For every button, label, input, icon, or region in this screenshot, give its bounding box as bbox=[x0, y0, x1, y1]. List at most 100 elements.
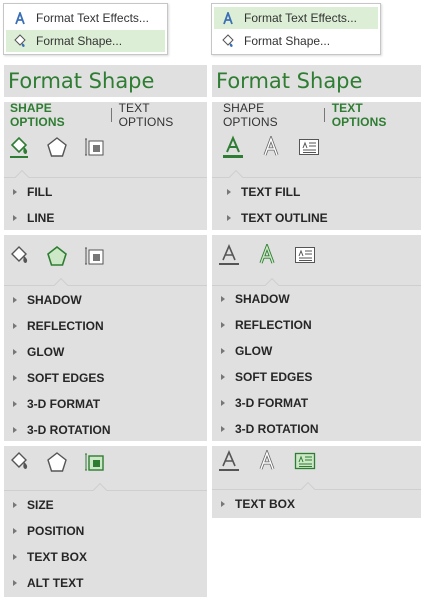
size-properties-icon[interactable] bbox=[82, 243, 108, 269]
shape-size-properties-panel: SIZE POSITION TEXT BOX ALT TEXT bbox=[4, 446, 207, 597]
tab-separator bbox=[323, 108, 325, 122]
expand-arrow-icon bbox=[13, 580, 17, 586]
text-effects-icon[interactable] bbox=[258, 134, 284, 160]
section-label: POSITION bbox=[27, 524, 85, 538]
format-shape-icon bbox=[12, 33, 28, 49]
category-icons bbox=[214, 446, 330, 476]
text-effects-icon[interactable] bbox=[254, 242, 280, 268]
expand-arrow-icon bbox=[221, 400, 225, 406]
menu-item-format-shape[interactable]: Format Shape... bbox=[214, 30, 378, 52]
option-tabs: SHAPE OPTIONS TEXT OPTIONS bbox=[5, 101, 207, 129]
menu-item-label: Format Shape... bbox=[36, 34, 123, 48]
option-tabs: SHAPE OPTIONS TEXT OPTIONS bbox=[218, 101, 421, 129]
text-fill-outline-panel: SHAPE OPTIONS TEXT OPTIONS TEXT FILL TEX… bbox=[212, 101, 421, 231]
panel-divider bbox=[4, 285, 207, 286]
category-icons bbox=[4, 132, 120, 162]
tab-text-options[interactable]: TEXT OPTIONS bbox=[114, 101, 207, 129]
section-text-fill[interactable]: TEXT FILL bbox=[212, 179, 300, 205]
pane-title: Format Shape bbox=[216, 69, 363, 93]
expand-arrow-icon bbox=[13, 297, 17, 303]
section-label: TEXT FILL bbox=[241, 185, 301, 199]
text-fill-outline-icon[interactable] bbox=[216, 242, 242, 268]
expand-arrow-icon bbox=[13, 427, 17, 433]
section-glow[interactable]: GLOW bbox=[212, 338, 272, 364]
section-label: REFLECTION bbox=[235, 318, 312, 332]
section-text-outline[interactable]: TEXT OUTLINE bbox=[212, 205, 328, 231]
section-3d-format[interactable]: 3-D FORMAT bbox=[4, 391, 100, 417]
section-text-box[interactable]: TEXT BOX bbox=[212, 491, 295, 517]
title-bar-left: Format Shape bbox=[4, 65, 207, 97]
section-label: LINE bbox=[27, 211, 55, 225]
active-category-pointer bbox=[300, 481, 316, 497]
tab-shape-options[interactable]: SHAPE OPTIONS bbox=[218, 101, 322, 129]
textbox-icon[interactable] bbox=[296, 134, 322, 160]
menu-item-format-text-effects[interactable]: Format Text Effects... bbox=[6, 7, 165, 29]
text-effects-panel: SHADOW REFLECTION GLOW SOFT EDGES 3-D FO… bbox=[212, 235, 421, 441]
panel-divider bbox=[212, 177, 421, 178]
tab-shape-options[interactable]: SHAPE OPTIONS bbox=[5, 101, 109, 129]
menu-item-format-text-effects[interactable]: Format Text Effects... bbox=[214, 7, 378, 29]
shape-effects-panel: SHADOW REFLECTION GLOW SOFT EDGES 3-D FO… bbox=[4, 235, 207, 441]
section-text-box[interactable]: TEXT BOX bbox=[4, 544, 87, 570]
text-effects-icon bbox=[12, 10, 28, 26]
section-label: REFLECTION bbox=[27, 319, 104, 333]
menu-item-format-shape[interactable]: Format Shape... bbox=[6, 30, 165, 52]
expand-arrow-icon bbox=[221, 348, 225, 354]
section-soft-edges[interactable]: SOFT EDGES bbox=[212, 364, 312, 390]
section-label: GLOW bbox=[27, 345, 65, 359]
text-fill-outline-icon[interactable] bbox=[216, 448, 242, 474]
section-label: 3-D ROTATION bbox=[235, 422, 319, 436]
section-3d-format[interactable]: 3-D FORMAT bbox=[212, 390, 308, 416]
section-position[interactable]: POSITION bbox=[4, 518, 84, 544]
section-3d-rotation[interactable]: 3-D ROTATION bbox=[212, 416, 319, 442]
pane-title: Format Shape bbox=[8, 69, 155, 93]
section-label: ALT TEXT bbox=[27, 576, 84, 590]
shape-fill-line-panel: SHAPE OPTIONS TEXT OPTIONS FILL LINE bbox=[4, 101, 207, 231]
text-effects-icon bbox=[220, 10, 236, 26]
expand-arrow-icon bbox=[13, 375, 17, 381]
section-label: TEXT BOX bbox=[235, 497, 296, 511]
expand-arrow-icon bbox=[227, 215, 231, 221]
category-icons bbox=[218, 132, 334, 162]
section-reflection[interactable]: REFLECTION bbox=[212, 312, 312, 338]
section-soft-edges[interactable]: SOFT EDGES bbox=[4, 365, 104, 391]
tab-text-options[interactable]: TEXT OPTIONS bbox=[327, 101, 421, 129]
effects-icon[interactable] bbox=[44, 449, 70, 475]
expand-arrow-icon bbox=[13, 554, 17, 560]
section-label: SOFT EDGES bbox=[235, 370, 313, 384]
section-label: 3-D FORMAT bbox=[235, 396, 309, 410]
context-menu-left: Format Text Effects... Format Shape... bbox=[3, 3, 168, 55]
text-fill-outline-icon[interactable] bbox=[220, 134, 246, 160]
section-label: TEXT OUTLINE bbox=[241, 211, 328, 225]
expand-arrow-icon bbox=[221, 296, 225, 302]
section-reflection[interactable]: REFLECTION bbox=[4, 313, 104, 339]
section-label: SHADOW bbox=[27, 293, 82, 307]
section-shadow[interactable]: SHADOW bbox=[4, 287, 82, 313]
section-label: 3-D FORMAT bbox=[27, 397, 101, 411]
section-shadow[interactable]: SHADOW bbox=[212, 286, 290, 312]
expand-arrow-icon bbox=[13, 323, 17, 329]
section-line[interactable]: LINE bbox=[4, 205, 54, 231]
fill-line-icon[interactable] bbox=[6, 134, 32, 160]
size-properties-icon[interactable] bbox=[82, 134, 108, 160]
fill-line-icon[interactable] bbox=[6, 449, 32, 475]
effects-icon[interactable] bbox=[44, 134, 70, 160]
panel-divider bbox=[212, 489, 421, 490]
section-alt-text[interactable]: ALT TEXT bbox=[4, 570, 83, 596]
fill-line-icon[interactable] bbox=[6, 243, 32, 269]
size-properties-icon[interactable] bbox=[82, 449, 108, 475]
title-bar-right: Format Shape bbox=[212, 65, 421, 97]
expand-arrow-icon bbox=[221, 374, 225, 380]
textbox-icon[interactable] bbox=[292, 448, 318, 474]
section-label: TEXT BOX bbox=[27, 550, 88, 564]
textbox-icon[interactable] bbox=[292, 242, 318, 268]
section-glow[interactable]: GLOW bbox=[4, 339, 64, 365]
section-3d-rotation[interactable]: 3-D ROTATION bbox=[4, 417, 111, 443]
expand-arrow-icon bbox=[13, 215, 17, 221]
section-size[interactable]: SIZE bbox=[4, 492, 54, 518]
section-label: SIZE bbox=[27, 498, 54, 512]
expand-arrow-icon bbox=[13, 189, 17, 195]
section-fill[interactable]: FILL bbox=[4, 179, 52, 205]
text-effects-icon[interactable] bbox=[254, 448, 280, 474]
effects-icon[interactable] bbox=[44, 243, 70, 269]
